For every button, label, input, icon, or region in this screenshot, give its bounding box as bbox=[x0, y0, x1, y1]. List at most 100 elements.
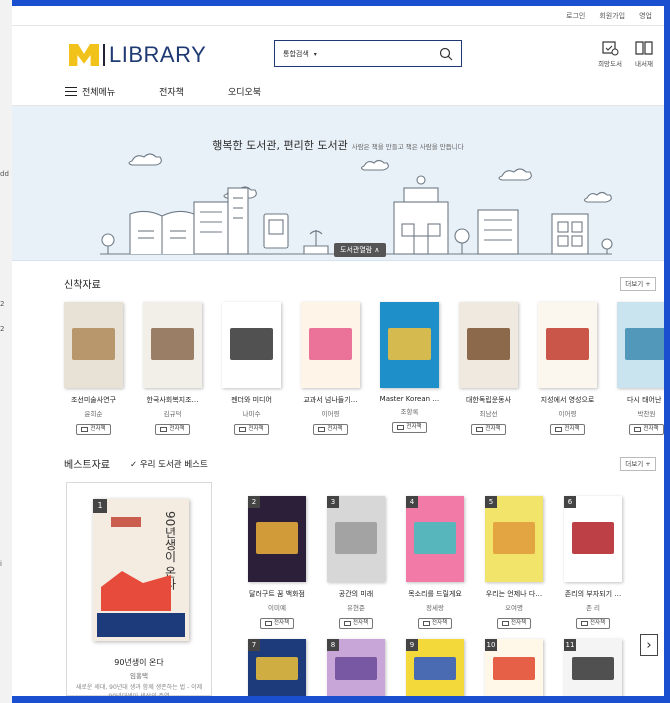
search-category-select[interactable]: 통합검색 ▾ bbox=[275, 49, 334, 59]
nav-audiobook[interactable]: 오디오북 bbox=[228, 85, 261, 98]
book-item[interactable]: 10 bbox=[485, 639, 543, 696]
book-title[interactable]: 달러구트 꿈 백화점 bbox=[238, 589, 316, 599]
book-cover[interactable]: 10 bbox=[485, 639, 543, 696]
book-title[interactable]: 교과서 넘나들기… bbox=[292, 395, 370, 405]
book-item[interactable]: 다시 태어난 : 박찬원 전자책 bbox=[617, 302, 664, 435]
book-title[interactable]: 대한독립운동사 bbox=[450, 395, 528, 405]
book-cover[interactable] bbox=[143, 302, 202, 388]
book-title[interactable]: Master Korean … bbox=[371, 395, 449, 403]
book-title[interactable]: 목소리를 드릴게요 bbox=[396, 589, 474, 599]
new-more-button[interactable]: 더보기 + bbox=[620, 277, 656, 291]
ebook-badge[interactable]: 전자책 bbox=[471, 424, 506, 435]
ebook-badge[interactable]: 전자책 bbox=[550, 424, 585, 435]
book-cover[interactable] bbox=[459, 302, 518, 388]
book-cover[interactable]: 7 bbox=[248, 639, 306, 696]
utility-bar: 로그인 회원가입 영업 bbox=[12, 6, 664, 26]
book-item[interactable]: 교과서 넘나들기… 이어령 전자책 bbox=[301, 302, 360, 435]
ebook-badge[interactable]: 전자책 bbox=[338, 618, 374, 629]
nav-all-menu[interactable]: 전체메뉴 bbox=[82, 85, 115, 98]
featured-title[interactable]: 90년생이 온다 bbox=[67, 657, 211, 668]
book-title[interactable]: 지성에서 영성으로 bbox=[529, 395, 607, 405]
ebook-icon bbox=[264, 621, 272, 626]
book-title[interactable]: 존리의 부자되기 … bbox=[554, 589, 632, 599]
book-cover[interactable]: 5 bbox=[485, 496, 543, 582]
ebook-badge[interactable]: 전자책 bbox=[392, 422, 427, 433]
best-more-button[interactable]: 더보기 + bbox=[620, 457, 656, 471]
my-library-label: 내서재 bbox=[635, 60, 653, 68]
our-library-best-toggle[interactable]: ✓ 우리 도서관 베스트 bbox=[130, 458, 208, 470]
book-item[interactable]: 조선미술사연구 윤희순 전자책 bbox=[64, 302, 123, 435]
library-toggle-button[interactable]: 도서관열람 ∧ bbox=[334, 243, 386, 257]
ebook-icon bbox=[555, 427, 563, 432]
rank-badge: 10 bbox=[485, 639, 497, 651]
book-item[interactable]: 4 목소리를 드릴게요 정세랑 전자책 bbox=[406, 496, 464, 629]
book-title[interactable]: 조선미술사연구 bbox=[55, 395, 133, 405]
book-cover[interactable]: 9 bbox=[406, 639, 464, 696]
background-text: 2 bbox=[0, 300, 5, 308]
book-cover[interactable]: 3 bbox=[327, 496, 385, 582]
book-cover[interactable]: 2 bbox=[248, 496, 306, 582]
book-cover[interactable] bbox=[380, 302, 439, 388]
book-item[interactable]: 11 bbox=[564, 639, 622, 696]
nav-ebook[interactable]: 전자책 bbox=[159, 85, 184, 98]
book-item[interactable]: 대한독립운동사 최남선 전자책 bbox=[459, 302, 518, 435]
ebook-badge[interactable]: 전자책 bbox=[575, 618, 611, 629]
book-title[interactable]: 우리는 언제나 다… bbox=[475, 589, 553, 599]
book-item[interactable]: 젠더와 미디어 나미수 전자책 bbox=[222, 302, 281, 435]
hamburger-icon[interactable] bbox=[65, 87, 77, 96]
signup-link[interactable]: 회원가입 bbox=[599, 11, 625, 21]
book-cover[interactable] bbox=[301, 302, 360, 388]
business-link[interactable]: 영업 bbox=[639, 11, 652, 21]
book-item[interactable]: 8 bbox=[327, 639, 385, 696]
ebook-badge[interactable]: 전자책 bbox=[76, 424, 111, 435]
book-item[interactable]: 한국사회복지조… 김규덕 전자책 bbox=[143, 302, 202, 435]
next-arrow-button[interactable]: › bbox=[640, 634, 658, 656]
featured-cover[interactable]: 1 90년생이 온다 bbox=[93, 499, 189, 641]
book-item[interactable]: 6 존리의 부자되기 … 존 리 전자책 bbox=[564, 496, 622, 629]
best-row-2: 7 8 9 10 11 bbox=[248, 639, 622, 696]
book-author: 김규덕 bbox=[163, 410, 182, 418]
wishlist-label: 희망도서 bbox=[598, 60, 622, 68]
search-input[interactable] bbox=[334, 41, 436, 66]
book-item[interactable]: 지성에서 영성으로 이어령 전자책 bbox=[538, 302, 597, 435]
book-title[interactable]: 다시 태어난 : bbox=[608, 395, 664, 405]
ebook-badge[interactable]: 전자책 bbox=[496, 618, 532, 629]
book-title[interactable]: 공간의 미래 bbox=[317, 589, 395, 599]
city-illustration bbox=[100, 153, 613, 255]
book-author: 박찬원 bbox=[637, 410, 656, 418]
book-author: 이어령 bbox=[558, 410, 577, 418]
ebook-badge[interactable]: 전자책 bbox=[155, 424, 190, 435]
ebook-badge[interactable]: 전자책 bbox=[259, 618, 295, 629]
wishlist-button[interactable]: 희망도서 bbox=[598, 40, 622, 68]
book-cover[interactable] bbox=[222, 302, 281, 388]
background-page: dd 2 2 i bbox=[0, 0, 12, 703]
book-title[interactable]: 젠더와 미디어 bbox=[213, 395, 291, 405]
ebook-badge[interactable]: 전자책 bbox=[234, 424, 269, 435]
book-cover[interactable]: 4 bbox=[406, 496, 464, 582]
book-item[interactable]: Master Korean … 조항록 전자책 bbox=[380, 302, 439, 435]
book-item[interactable]: 5 우리는 언제나 다… 오여명 전자책 bbox=[485, 496, 543, 629]
book-cover[interactable] bbox=[538, 302, 597, 388]
library-logo[interactable]: LIBRARY bbox=[69, 42, 206, 68]
book-item[interactable]: 9 bbox=[406, 639, 464, 696]
book-cover[interactable]: 8 bbox=[327, 639, 385, 696]
wishlist-icon bbox=[602, 41, 619, 56]
my-library-button[interactable]: 내서재 bbox=[634, 40, 654, 68]
featured-best-card[interactable]: 1 90년생이 온다 90년생이 온다 임홍택 새로운 세대, 90년대 생과 … bbox=[66, 482, 212, 696]
cover-art bbox=[256, 521, 298, 555]
book-cover[interactable] bbox=[64, 302, 123, 388]
book-item[interactable]: 2 달러구트 꿈 백화점 이미예 전자책 bbox=[248, 496, 306, 629]
book-cover[interactable]: 6 bbox=[564, 496, 622, 582]
book-cover[interactable] bbox=[617, 302, 664, 388]
ebook-badge[interactable]: 전자책 bbox=[629, 424, 664, 435]
book-item[interactable]: 3 공간의 미래 유현준 전자책 bbox=[327, 496, 385, 629]
login-link[interactable]: 로그인 bbox=[566, 11, 585, 21]
ebook-badge[interactable]: 전자책 bbox=[313, 424, 348, 435]
book-item[interactable]: 7 bbox=[248, 639, 306, 696]
cover-art bbox=[151, 327, 194, 361]
search-icon[interactable] bbox=[435, 43, 457, 65]
book-title[interactable]: 한국사회복지조… bbox=[134, 395, 212, 405]
ebook-badge[interactable]: 전자책 bbox=[417, 618, 453, 629]
book-cover[interactable]: 11 bbox=[564, 639, 622, 696]
ebook-label: 전자책 bbox=[169, 426, 185, 432]
